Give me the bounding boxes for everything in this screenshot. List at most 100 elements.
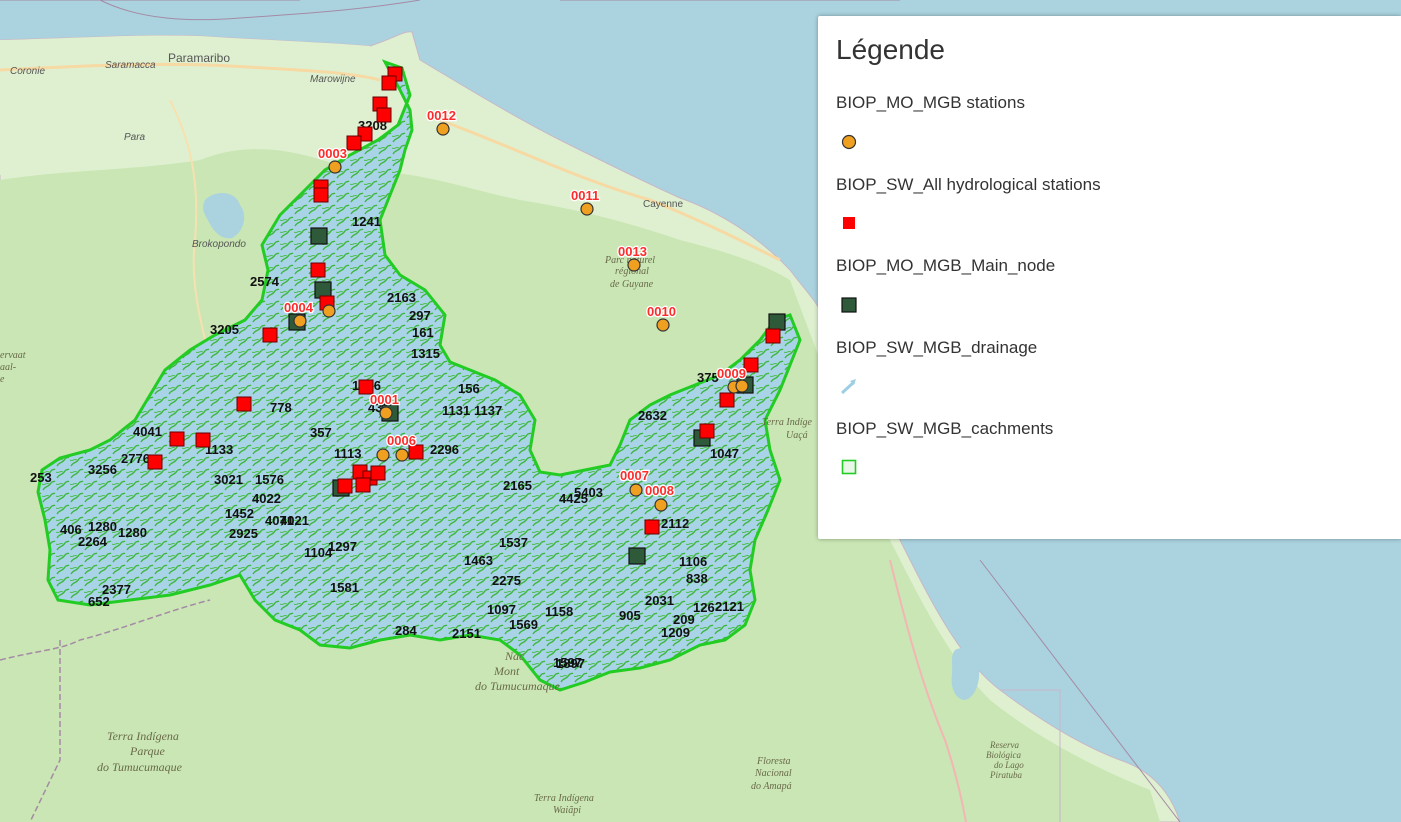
park-label-reserva-lago-2: Biológica [986, 750, 1021, 760]
mgb-station-marker[interactable] [328, 160, 342, 174]
catchment-number-label: 1280 [88, 519, 117, 534]
catchment-number-label: 1097 [487, 602, 516, 617]
catchment-number-label: 1463 [464, 553, 493, 568]
park-label-terra-indigena-parque-2: Parque [129, 744, 166, 758]
catchment-number-label: 156 [458, 381, 480, 396]
legend-title: Légende [836, 34, 946, 65]
catchment-number-label: 1158 [545, 604, 573, 619]
catchment-number-label: 838 [686, 571, 708, 586]
hydro-station-marker[interactable] [310, 262, 326, 278]
light-blue-line-icon [840, 379, 856, 395]
hydro-station-marker[interactable] [169, 431, 185, 447]
main-node-marker[interactable] [628, 547, 646, 565]
place-label-para: Para [124, 132, 146, 143]
mgb-station-marker[interactable] [629, 483, 643, 497]
catchment-number-label: 1113 [334, 446, 362, 461]
mgb-station-marker[interactable] [735, 379, 749, 393]
catchment-number-label: 1297 [328, 539, 357, 554]
catchment-number-label: 1581 [330, 580, 359, 595]
mgb-station-marker[interactable] [379, 406, 393, 420]
park-label-tumucumaque: Nac [504, 649, 525, 663]
place-label-paramaribo: Paramaribo [168, 51, 230, 65]
legend-label-drainage: BIOP_SW_MGB_drainage [836, 338, 1038, 357]
park-label-parc-guyane-3: de Guyane [610, 279, 654, 290]
hydro-station-marker[interactable] [346, 135, 362, 151]
mgb-station-marker[interactable] [654, 498, 668, 512]
catchment-number-label: 2776 [121, 451, 150, 466]
hydro-station-marker[interactable] [381, 75, 397, 91]
hydro-station-marker[interactable] [699, 423, 715, 439]
catchment-number-label: 2925 [229, 526, 258, 541]
hydro-station-marker[interactable] [355, 477, 371, 493]
park-label-terra-indigena-parque-3: do Tumucumaque [97, 760, 183, 774]
catchment-number-label: 1241 [352, 214, 381, 229]
hydro-station-marker[interactable] [195, 432, 211, 448]
hydro-station-marker[interactable] [370, 465, 386, 481]
catchment-number-label: 905 [619, 608, 641, 623]
park-label-reserva-lago: Reserva [989, 740, 1019, 750]
hydro-station-marker[interactable] [765, 328, 781, 344]
mgb-station-marker[interactable] [322, 304, 336, 318]
mgb-station-marker[interactable] [656, 318, 670, 332]
dark-green-square-icon [841, 297, 857, 313]
mgb-station-label: 0012 [427, 108, 456, 123]
catchment-number-label: 2121 [715, 599, 744, 614]
legend-panel: Légende BIOP_MO_MGB stations BIOP_SW_All… [818, 16, 1401, 539]
catchment-number-label: 652 [88, 594, 110, 609]
legend-label-main-node: BIOP_MO_MGB_Main_node [836, 256, 1056, 275]
park-label-floresta-amapa: Floresta [756, 756, 791, 767]
catchment-number-label: 2151 [452, 626, 481, 641]
mgb-station-label: 0013 [618, 244, 647, 259]
mgb-station-marker[interactable] [580, 202, 594, 216]
catchment-number-label: 2296 [430, 442, 459, 457]
catchment-number-label: 1137 [474, 403, 502, 418]
catchment-number-label: 1131 [442, 403, 470, 418]
park-label-floresta-amapa-2: Nacional [754, 768, 792, 779]
catchment-number-label: 2165 [503, 478, 532, 493]
place-label-cayenne: Cayenne [643, 199, 683, 210]
mgb-station-marker[interactable] [395, 448, 409, 462]
hydro-station-marker[interactable] [376, 107, 392, 123]
mgb-station-marker[interactable] [627, 258, 641, 272]
hydro-station-marker[interactable] [644, 519, 660, 535]
mgb-station-marker[interactable] [376, 448, 390, 462]
hydro-station-marker[interactable] [262, 327, 278, 343]
catchment-number-label: 375 [697, 370, 719, 385]
red-square-icon [843, 217, 855, 229]
mgb-station-marker[interactable] [436, 122, 450, 136]
park-label-left-edge-3: e [0, 374, 5, 385]
hydro-station-marker[interactable] [147, 454, 163, 470]
catchment-number-label: 284 [395, 623, 417, 638]
place-label-saramacca: Saramacca [105, 60, 156, 71]
hydro-station-marker[interactable] [313, 187, 329, 203]
legend-label-mgb-stations: BIOP_MO_MGB stations [836, 93, 1025, 112]
mgb-station-label: 0006 [387, 433, 416, 448]
hydro-station-marker[interactable] [719, 392, 735, 408]
catchment-number-label: 2574 [250, 274, 280, 289]
catchment-number-label: 161 [412, 325, 434, 340]
catchment-number-label: 5403 [574, 485, 603, 500]
catchment-number-label: 4022 [252, 491, 281, 506]
main-node-marker[interactable] [310, 227, 328, 245]
main-node-marker[interactable] [768, 313, 786, 331]
mgb-station-marker[interactable] [293, 314, 307, 328]
hydro-station-marker[interactable] [337, 478, 353, 494]
park-label-reserva-lago-3: do Lago [994, 760, 1024, 770]
catchment-number-label: 2275 [492, 573, 521, 588]
catchment-number-label: 2264 [78, 534, 108, 549]
catchment-number-label: 2632 [638, 408, 667, 423]
catchment-number-label: 1537 [499, 535, 528, 550]
mgb-station-label: 0008 [645, 483, 674, 498]
park-label-left-edge-2: aal- [0, 362, 16, 373]
catchment-number-label: 3205 [210, 322, 239, 337]
hydro-station-marker[interactable] [236, 396, 252, 412]
catchment-number-label: 2031 [645, 593, 674, 608]
mgb-station-label: 0010 [647, 304, 676, 319]
orange-circle-icon [841, 134, 857, 150]
mgb-station-label: 0003 [318, 146, 347, 161]
hydro-station-marker[interactable] [743, 357, 759, 373]
catchment-number-label: 1576 [255, 472, 284, 487]
catchment-number-label: 1047 [710, 446, 739, 461]
park-label-terra-indigena-waiapi: Terra Indígena [534, 793, 594, 804]
catchment-number-label: 126 [693, 600, 715, 615]
